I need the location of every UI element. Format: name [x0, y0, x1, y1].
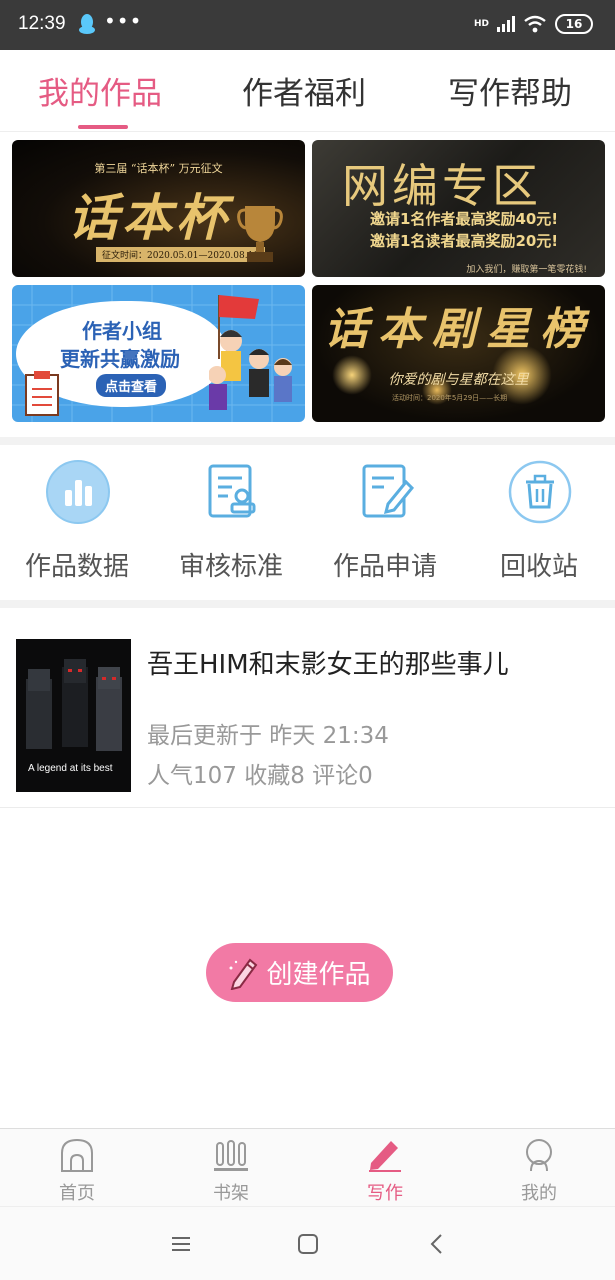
trash-icon — [508, 460, 572, 524]
trophy-icon — [237, 206, 283, 262]
qq-icon — [79, 14, 95, 34]
cover-caption: A legend at its best — [28, 763, 113, 774]
status-bar: 12:39 ••• HD 16 — [0, 0, 615, 50]
action-work-data-label: 作品数据 — [24, 552, 129, 582]
status-indicators: HD 16 — [474, 14, 593, 34]
bar-chart-icon — [46, 460, 110, 524]
work-list-item[interactable]: A legend at its best 吾王HIM和末影女王的那些事儿 最后更… — [0, 610, 615, 808]
work-last-update: 最后更新于 昨天 21:34 — [147, 723, 389, 749]
action-review-standard[interactable]: 审核标准 — [154, 460, 308, 590]
action-review-standard-label: 审核标准 — [178, 552, 283, 582]
banner-webnovel-footer: 加入我们，赚取第一笔零花钱! — [466, 265, 587, 275]
banner-webnovel-line1: 邀请1名作者最高奖励40元! — [370, 210, 559, 228]
tab-author-benefits[interactable]: 作者福利 — [242, 68, 366, 113]
hd-network-label: HD — [473, 18, 489, 29]
status-time: 12:39 — [18, 13, 66, 34]
tab-my-works[interactable]: 我的作品 — [38, 68, 162, 113]
banner-webnovel-zone[interactable]: 网编专区 邀请1名作者最高奖励40元! 邀请1名读者最高奖励20元! 加入我们，… — [312, 140, 605, 277]
nav-profile[interactable]: 我的 — [462, 1137, 615, 1205]
bookshelf-icon — [214, 1140, 248, 1171]
battery-level: 16 — [565, 17, 583, 31]
work-stats: 人气107 收藏8 评论0 — [147, 763, 373, 789]
tab-writing-help[interactable]: 写作帮助 — [448, 68, 572, 113]
section-divider — [0, 437, 615, 445]
nav-bookshelf[interactable]: 书架 — [154, 1137, 308, 1205]
nav-write[interactable]: 写作 — [308, 1137, 462, 1205]
home-square-icon[interactable] — [295, 1231, 321, 1257]
banner-drama-subtitle: 你爱的剧与星都在这里 — [388, 372, 529, 388]
banner-drama-footer: 活动时间：2020年5月29日——长期 — [392, 394, 508, 402]
apply-edit-icon — [362, 464, 415, 518]
home-icon — [61, 1138, 93, 1172]
banner-contest-title: 话本杯 — [68, 188, 230, 247]
cover-artwork — [26, 659, 122, 751]
system-navigation-bar — [0, 1206, 615, 1280]
nav-write-label: 写作 — [367, 1183, 403, 1204]
menu-icon[interactable] — [168, 1231, 194, 1257]
work-title: 吾王HIM和末影女王的那些事儿 — [147, 650, 509, 680]
action-work-apply-label: 作品申请 — [332, 552, 437, 582]
back-icon[interactable] — [424, 1231, 450, 1257]
kids-with-flag-illustration — [209, 295, 292, 410]
create-work-label: 创建作品 — [266, 959, 371, 989]
banner-webnovel-title: 网编专区 — [342, 159, 542, 213]
create-work-button[interactable]: 创建作品 — [206, 943, 393, 1002]
write-pen-icon — [369, 1141, 401, 1172]
work-cover-image: A legend at its best — [16, 639, 131, 792]
signal-icon — [497, 16, 515, 32]
banner-drama-title: 话本剧星榜 — [324, 304, 594, 355]
banner-grid: 第三届 “话本杯” 万元征文 话本杯 征文时间：2020.05.01—2020.… — [12, 140, 605, 424]
nav-home[interactable]: 首页 — [0, 1137, 154, 1205]
action-recycle-bin[interactable]: 回收站 — [462, 460, 615, 590]
status-more-dots: ••• — [104, 9, 143, 33]
clipboard-icon — [25, 371, 59, 416]
action-work-apply[interactable]: 作品申请 — [308, 460, 462, 590]
quick-actions: 作品数据 审核标准 作品申请 回收站 — [0, 446, 615, 600]
banner-contest-subtitle: 第三届 “话本杯” 万元征文 — [94, 162, 223, 175]
nav-bookshelf-label: 书架 — [213, 1183, 249, 1204]
bottom-navigation: 首页 书架 写作 我的 — [0, 1128, 615, 1206]
battery-indicator: 16 — [555, 14, 593, 34]
banner-drama-star-ranking[interactable]: 话本剧星榜 你爱的剧与星都在这里 活动时间：2020年5月29日——长期 — [312, 285, 605, 422]
active-tab-indicator — [78, 125, 128, 129]
banner-author-group-line1: 作者小组 — [82, 319, 162, 343]
banner-author-group[interactable]: 作者小组 更新共赢激励 点击查看 — [12, 285, 305, 422]
top-tab-bar: 我的作品 作者福利 写作帮助 — [0, 50, 615, 132]
nav-profile-label: 我的 — [521, 1183, 557, 1204]
nav-home-label: 首页 — [59, 1183, 95, 1204]
wifi-icon — [524, 15, 546, 33]
banner-author-group-view-button[interactable]: 点击查看 — [96, 374, 167, 397]
banner-webnovel-line2: 邀请1名读者最高奖励20元! — [370, 232, 559, 250]
pencil-icon — [229, 958, 258, 990]
action-recycle-bin-label: 回收站 — [499, 552, 578, 582]
profile-icon — [526, 1139, 552, 1172]
review-standard-icon — [208, 464, 256, 518]
section-divider — [0, 600, 615, 608]
banner-author-group-line2: 更新共赢激励 — [60, 347, 180, 371]
banner-contest[interactable]: 第三届 “话本杯” 万元征文 话本杯 征文时间：2020.05.01—2020.… — [12, 140, 305, 277]
action-work-data[interactable]: 作品数据 — [0, 460, 154, 590]
